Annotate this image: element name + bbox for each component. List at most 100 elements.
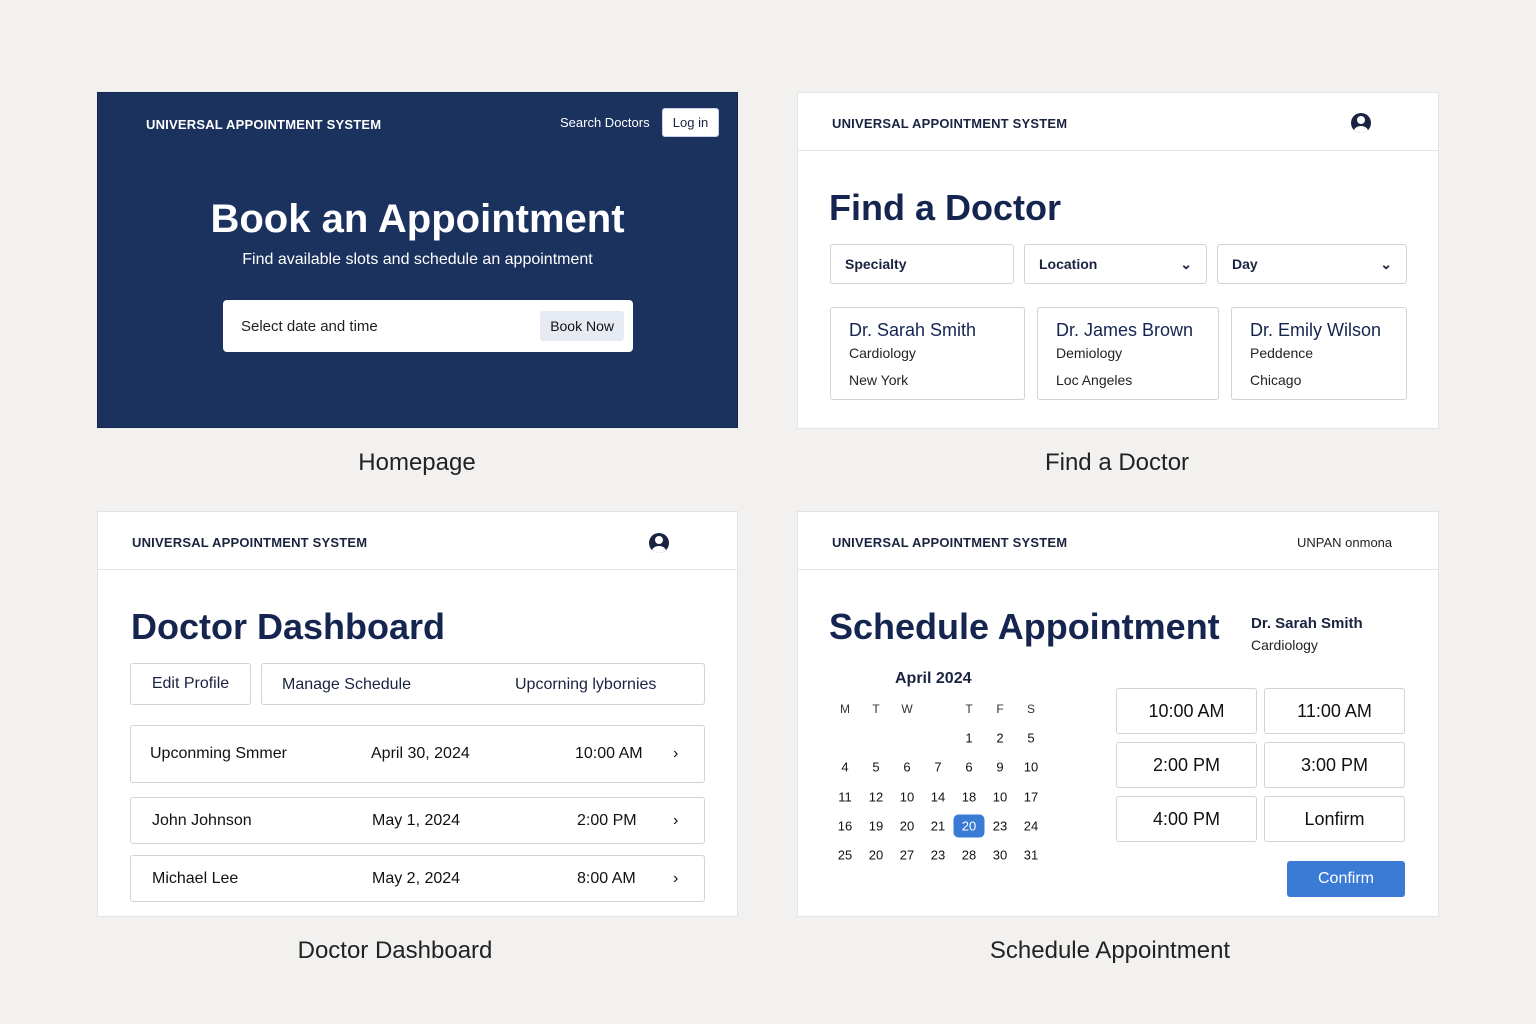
day-label: Day: [1232, 256, 1258, 272]
appointment-row[interactable]: John Johnson May 1, 2024 2:00 PM ›: [130, 797, 705, 844]
doctor-specialty: Cardiology: [849, 345, 916, 361]
homepage-panel: UNIVERSAL APPOINTMENT SYSTEM Search Doct…: [97, 92, 738, 428]
calendar-day[interactable]: 27: [895, 848, 919, 863]
calendar-day[interactable]: 6: [895, 760, 919, 775]
time-slot[interactable]: 10:00 AM: [1116, 688, 1257, 734]
upcoming-tab[interactable]: Upcorning lybornies: [515, 676, 656, 694]
calendar-day[interactable]: 14: [926, 790, 950, 805]
doctor-dashboard-panel: UNIVERSAL APPOINTMENT SYSTEM Doctor Dash…: [97, 511, 738, 917]
location-filter[interactable]: Location ⌄: [1024, 244, 1207, 284]
appointment-time: 8:00 AM: [577, 869, 636, 887]
calendar-day[interactable]: 11: [833, 790, 857, 805]
chevron-down-icon: ⌄: [1380, 255, 1392, 272]
date-time-placeholder: Select date and time: [241, 318, 378, 335]
doctor-city: New York: [849, 372, 909, 388]
doctor-specialty: Peddence: [1250, 345, 1314, 361]
calendar-day[interactable]: 5: [1019, 731, 1043, 746]
location-label: Location: [1039, 256, 1098, 272]
patient-name: Michael Lee: [152, 869, 239, 887]
doctor-card[interactable]: Dr. Emily Wilson Peddence Chicago: [1231, 307, 1407, 400]
time-slot[interactable]: 3:00 PM: [1264, 742, 1405, 788]
user-icon[interactable]: [1351, 113, 1371, 133]
calendar-day[interactable]: 1: [957, 731, 981, 746]
brand: UNIVERSAL APPOINTMENT SYSTEM: [832, 535, 1068, 550]
appointment-date: May 1, 2024: [372, 811, 461, 829]
calendar-day[interactable]: 31: [1019, 848, 1043, 863]
calendar-day[interactable]: 7: [926, 760, 950, 775]
appointment-date: April 30, 2024: [371, 745, 470, 762]
calendar-day[interactable]: 12: [864, 790, 888, 805]
weekday-label: F: [996, 702, 1004, 716]
appointment-time: 2:00 PM: [577, 811, 637, 829]
calendar-day[interactable]: 19: [864, 819, 888, 834]
calendar-day[interactable]: 18: [957, 790, 981, 805]
edit-profile-button[interactable]: Edit Profile: [130, 663, 251, 705]
chevron-right-icon: ›: [673, 869, 679, 887]
calendar-day[interactable]: 17: [1019, 790, 1043, 805]
find-doctor-panel: UNIVERSAL APPOINTMENT SYSTEM Find a Doct…: [797, 92, 1439, 429]
calendar-day[interactable]: 10: [895, 790, 919, 805]
brand: UNIVERSAL APPOINTMENT SYSTEM: [132, 535, 368, 550]
brand: UNIVERSAL APPOINTMENT SYSTEM: [146, 117, 382, 132]
calendar-day[interactable]: 25: [833, 848, 857, 863]
login-button[interactable]: Log in: [662, 108, 719, 137]
specialty-label: Specialty: [845, 256, 907, 272]
appointment-date: May 2, 2024: [372, 869, 461, 887]
manage-schedule-tab[interactable]: Manage Schedule: [282, 676, 411, 694]
calendar-day[interactable]: 30: [988, 848, 1012, 863]
time-slot[interactable]: 2:00 PM: [1116, 742, 1257, 788]
calendar-day[interactable]: 23: [988, 819, 1012, 834]
caption-dashboard: Doctor Dashboard: [297, 937, 493, 964]
schedule-tabs: Manage Schedule Upcorning lybornies: [261, 663, 705, 705]
calendar-day[interactable]: 28: [957, 848, 981, 863]
doctor-name: Dr. Emily Wilson: [1250, 320, 1382, 340]
time-slot[interactable]: 4:00 PM: [1116, 796, 1257, 842]
weekday-label: T: [872, 702, 880, 716]
doctor-card[interactable]: Dr. Sarah Smith Cardiology New York: [830, 307, 1025, 400]
book-now-button[interactable]: Book Now: [540, 311, 624, 341]
calendar-day[interactable]: 24: [1019, 819, 1043, 834]
user-menu[interactable]: UNPAN onmona: [1297, 535, 1392, 550]
edit-profile-label: Edit Profile: [151, 675, 230, 692]
confirm-button[interactable]: Confirm: [1287, 861, 1405, 897]
calendar-day[interactable]: 2: [988, 731, 1012, 746]
brand: UNIVERSAL APPOINTMENT SYSTEM: [832, 116, 1068, 131]
calendar-day[interactable]: 4: [833, 760, 857, 775]
calendar-day[interactable]: 21: [926, 819, 950, 834]
calendar-day[interactable]: 23: [926, 848, 950, 863]
doctor-card[interactable]: Dr. James Brown Demiology Loc Angeles: [1037, 307, 1219, 400]
calendar-day[interactable]: 20: [864, 848, 888, 863]
calendar-day[interactable]: 9: [988, 760, 1012, 775]
caption-find-doctor: Find a Doctor: [1044, 449, 1190, 476]
search-doctors-link[interactable]: Search Doctors: [560, 115, 650, 130]
calendar-month: April 2024: [895, 670, 972, 687]
weekday-label: T: [965, 702, 973, 716]
appointment-row[interactable]: Upconming Smmer April 30, 2024 10:00 AM ›: [130, 725, 705, 783]
appointment-time: 10:00 AM: [575, 745, 643, 762]
page-title: Schedule Appointment: [829, 606, 1220, 647]
calendar-day[interactable]: 10: [1019, 760, 1043, 775]
calendar-day[interactable]: 10: [988, 790, 1012, 805]
time-slot[interactable]: Lonfirm: [1264, 796, 1405, 842]
calendar-day[interactable]: 5: [864, 760, 888, 775]
chevron-right-icon: ›: [673, 811, 679, 829]
appointment-row[interactable]: Michael Lee May 2, 2024 8:00 AM ›: [130, 855, 705, 902]
user-icon[interactable]: [649, 533, 669, 553]
caption-homepage: Homepage: [358, 449, 476, 476]
specialty-filter[interactable]: Specialty: [830, 244, 1014, 284]
day-filter[interactable]: Day ⌄: [1217, 244, 1407, 284]
calendar-day-selected[interactable]: 20: [953, 814, 985, 838]
date-time-input[interactable]: Select date and time Book Now: [223, 300, 633, 352]
time-slot[interactable]: 11:00 AM: [1264, 688, 1405, 734]
doctor-name: Dr. Sarah Smith: [1251, 615, 1363, 632]
calendar-day[interactable]: 16: [833, 819, 857, 834]
page-title: Doctor Dashboard: [131, 606, 446, 647]
patient-name: John Johnson: [152, 811, 252, 829]
doctor-name: Dr. Sarah Smith: [849, 320, 977, 340]
schedule-panel: UNIVERSAL APPOINTMENT SYSTEM UNPAN onmon…: [797, 511, 1439, 917]
doctor-specialty: Cardiology: [1251, 637, 1318, 653]
calendar-day[interactable]: 6: [957, 760, 981, 775]
calendar-day[interactable]: 20: [895, 819, 919, 834]
weekday-label: M: [840, 702, 850, 716]
patient-name: Upconming Smmer: [150, 745, 287, 762]
